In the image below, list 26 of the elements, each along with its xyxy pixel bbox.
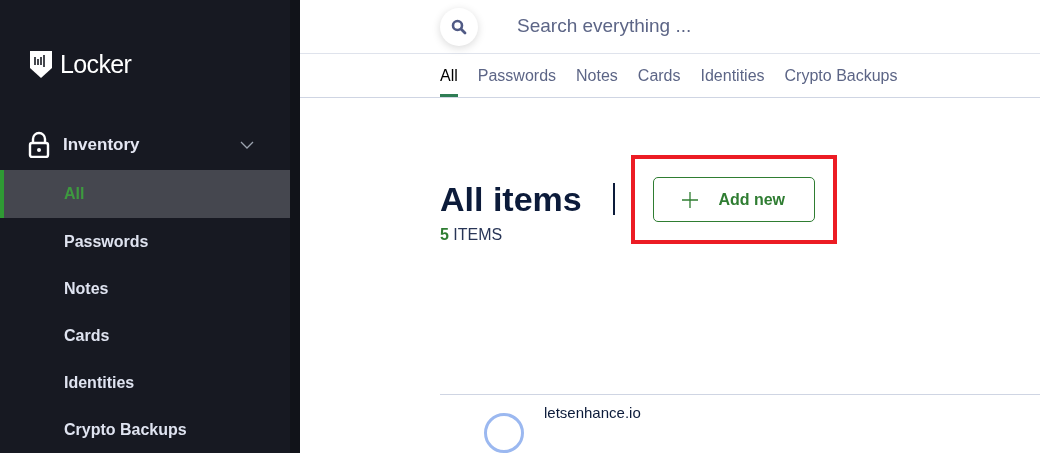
avatar-icon	[484, 413, 524, 453]
sidebar-item[interactable]: Crypto Backups	[0, 406, 290, 453]
app-name: Locker	[60, 52, 132, 78]
plus-icon	[682, 191, 699, 208]
item-count: 5 ITEMS	[440, 225, 504, 245]
page-title: All items	[440, 179, 582, 220]
tab[interactable]: Passwords	[477, 54, 557, 97]
sidebar-item[interactable]: Passwords	[0, 218, 290, 265]
search-field[interactable]: Search everything ...	[517, 12, 917, 41]
lock-icon	[28, 131, 50, 159]
chevron-icon	[240, 140, 254, 149]
sidebar-item[interactable]: Cards	[0, 312, 290, 359]
tab[interactable]: Notes	[576, 54, 618, 97]
tab[interactable]: All	[440, 54, 458, 97]
shield-logo-icon	[30, 51, 52, 79]
search-button[interactable]	[440, 7, 478, 46]
tab[interactable]: Crypto Backups	[784, 54, 898, 97]
sidebar-section[interactable]: Inventory	[0, 119, 290, 170]
tab[interactable]: Cards	[637, 54, 681, 97]
item-name[interactable]: letsenhance.io	[544, 405, 641, 421]
add-new-button[interactable]: Add new	[652, 177, 815, 222]
tab[interactable]: Identities	[700, 54, 765, 97]
section-label: Inventory	[63, 134, 141, 157]
sidebar-item[interactable]: Identities	[0, 359, 290, 406]
search-icon	[451, 18, 467, 35]
sidebar-item[interactable]: Notes	[0, 265, 290, 312]
